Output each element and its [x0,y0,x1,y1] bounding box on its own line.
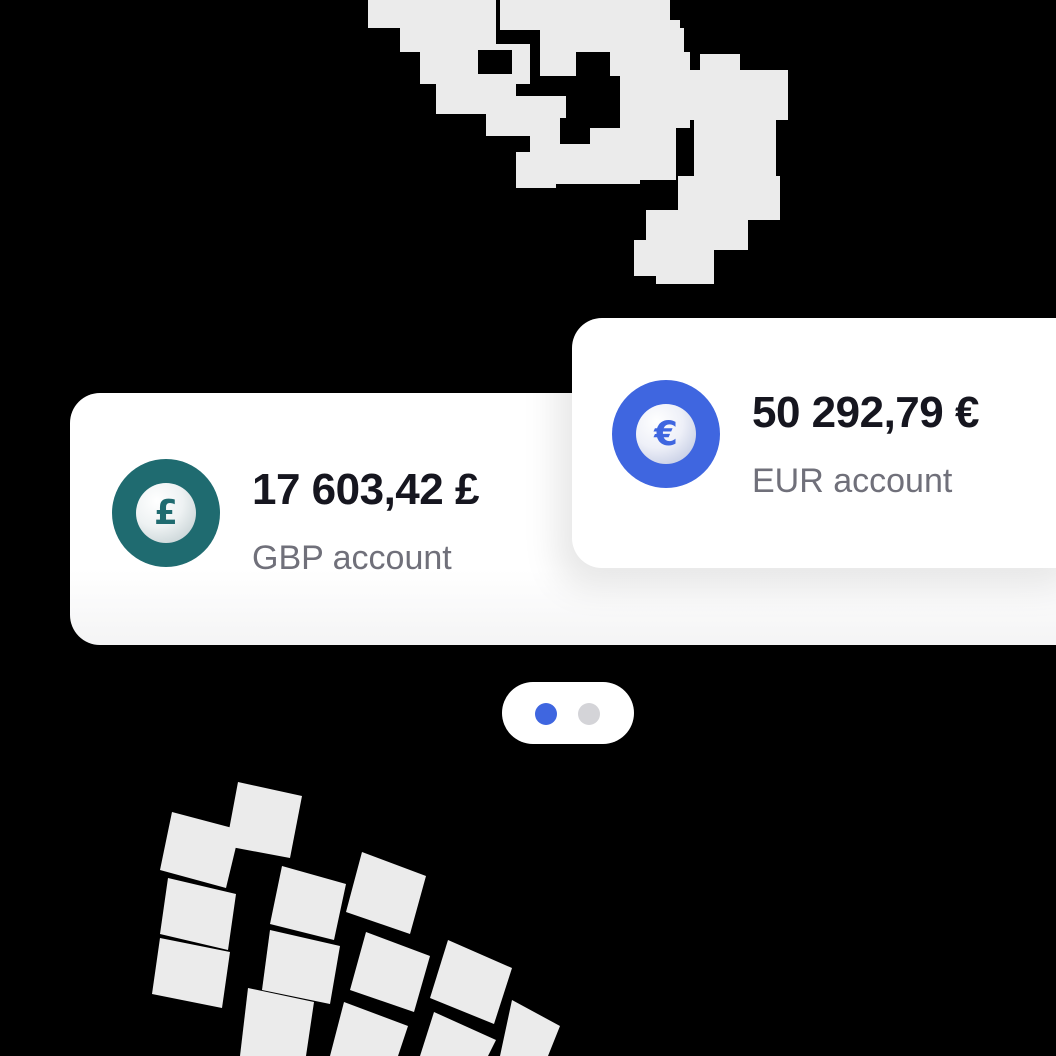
page-dot-inactive[interactable] [578,703,600,725]
gbp-account-label: GBP account [252,539,452,577]
bottom-tile-pattern [152,782,560,1056]
euro-coin-icon: € [612,380,720,488]
stage: £ 17 603,42 £ GBP account € 50 292,79 € … [0,0,1056,1056]
pound-sign: £ [136,483,196,543]
gbp-balance: 17 603,42 £ [252,465,479,514]
eur-account-label: EUR account [752,462,953,500]
euro-sign: € [636,404,696,464]
page-dot-active[interactable] [535,703,557,725]
pagination-indicator [502,682,634,744]
eur-account-card[interactable]: € 50 292,79 € EUR account [572,318,1056,568]
eur-balance: 50 292,79 € [752,388,979,437]
pound-coin-icon: £ [112,459,220,567]
